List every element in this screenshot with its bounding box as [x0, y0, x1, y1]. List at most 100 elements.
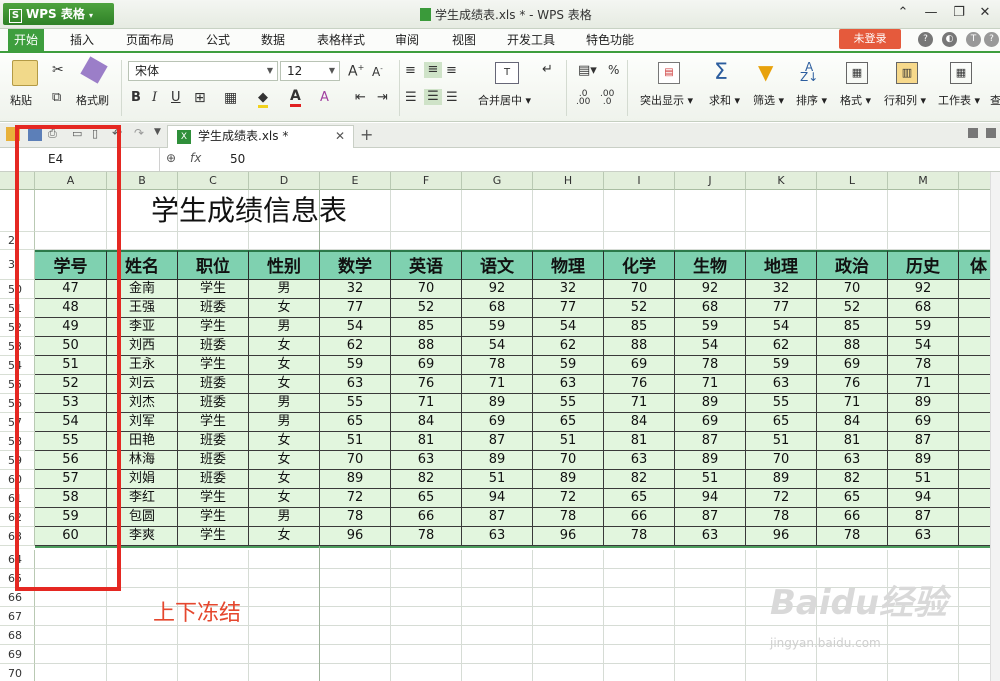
column-header[interactable]: L — [817, 172, 888, 190]
table-cell[interactable]: 76 — [817, 375, 888, 394]
cell[interactable] — [604, 569, 675, 588]
row-header[interactable]: 69 — [0, 645, 35, 664]
app-menu-button[interactable]: S WPS 表格 ▾ — [3, 3, 114, 25]
cell[interactable] — [746, 550, 817, 569]
cell[interactable] — [462, 550, 533, 569]
table-cell[interactable]: 52 — [391, 299, 462, 318]
cell[interactable] — [320, 607, 391, 626]
cell[interactable] — [533, 588, 604, 607]
font-select[interactable]: 宋体 ▼ — [128, 61, 278, 81]
table-cell[interactable]: 59 — [533, 356, 604, 375]
decrease-font-icon[interactable]: A- — [372, 65, 383, 79]
table-cell[interactable]: 女 — [249, 375, 320, 394]
table-cell[interactable]: 92 — [462, 280, 533, 299]
decrease-decimal-icon[interactable]: .00.0 — [600, 90, 614, 107]
cell[interactable] — [249, 550, 320, 569]
table-cell[interactable]: 78 — [604, 527, 675, 546]
table-cell[interactable]: 82 — [604, 470, 675, 489]
cell[interactable] — [817, 232, 888, 250]
table-cell[interactable]: 69 — [391, 356, 462, 375]
table-cell[interactable]: 学生 — [178, 356, 249, 375]
table-cell[interactable]: 女 — [249, 527, 320, 546]
table-cell[interactable]: 54 — [746, 318, 817, 337]
table-cell[interactable]: 89 — [462, 451, 533, 470]
table-cell[interactable]: 87 — [462, 508, 533, 527]
table-cell[interactable]: 69 — [604, 356, 675, 375]
table-cell[interactable]: 70 — [533, 451, 604, 470]
table-cell[interactable]: 学生 — [178, 489, 249, 508]
table-cell[interactable]: 32 — [746, 280, 817, 299]
wrap-text-icon[interactable]: ↵ — [542, 62, 553, 77]
vertical-scrollbar[interactable] — [990, 172, 1000, 681]
table-cell[interactable]: 69 — [817, 356, 888, 375]
paste-icon[interactable] — [12, 60, 38, 86]
border-icon[interactable]: ⊞ — [194, 90, 206, 106]
table-cell[interactable]: 女 — [249, 489, 320, 508]
column-header[interactable]: D — [249, 172, 320, 190]
table-cell[interactable]: 78 — [888, 356, 959, 375]
cell[interactable] — [817, 550, 888, 569]
cell[interactable] — [675, 232, 746, 250]
table-cell[interactable]: 72 — [533, 489, 604, 508]
table-cell[interactable]: 89 — [533, 470, 604, 489]
table-cell[interactable]: 87 — [888, 432, 959, 451]
cell[interactable] — [35, 645, 107, 664]
table-cell[interactable]: 女 — [249, 337, 320, 356]
table-cell[interactable]: 89 — [320, 470, 391, 489]
cell[interactable] — [178, 232, 249, 250]
table-cell[interactable]: 78 — [746, 508, 817, 527]
menu-review[interactable]: 审阅 — [389, 29, 425, 51]
cell[interactable] — [391, 664, 462, 681]
cell[interactable] — [391, 190, 462, 232]
shirt-icon[interactable]: T — [966, 32, 981, 47]
table-cell[interactable]: 学生 — [178, 527, 249, 546]
rowcol-button[interactable]: 行和列 ▾ — [884, 92, 926, 108]
table-cell[interactable]: 68 — [675, 299, 746, 318]
column-title-cell[interactable]: 英语 — [391, 250, 462, 280]
cell[interactable] — [178, 550, 249, 569]
cell[interactable] — [178, 645, 249, 664]
table-cell[interactable]: 54 — [533, 318, 604, 337]
tab-menu-icon[interactable] — [986, 128, 996, 138]
table-cell[interactable]: 63 — [746, 375, 817, 394]
cell[interactable] — [888, 626, 959, 645]
table-cell[interactable]: 学生 — [178, 280, 249, 299]
column-title-cell[interactable]: 物理 — [533, 250, 604, 280]
table-cell[interactable]: 72 — [746, 489, 817, 508]
cell[interactable] — [249, 626, 320, 645]
cell[interactable] — [604, 626, 675, 645]
table-cell[interactable]: 81 — [391, 432, 462, 451]
table-cell[interactable]: 81 — [604, 432, 675, 451]
cut-icon[interactable]: ✂ — [52, 62, 64, 78]
column-header[interactable]: C — [178, 172, 249, 190]
table-cell[interactable]: 学生 — [178, 508, 249, 527]
table-cell[interactable]: 87 — [675, 432, 746, 451]
table-cell[interactable]: 63 — [533, 375, 604, 394]
column-title-cell[interactable]: 数学 — [320, 250, 391, 280]
copy-icon[interactable]: ⧉ — [52, 90, 61, 105]
cell[interactable] — [746, 190, 817, 232]
cell[interactable] — [675, 588, 746, 607]
cell[interactable] — [675, 626, 746, 645]
table-cell[interactable]: 78 — [391, 527, 462, 546]
table-cell[interactable]: 学生 — [178, 318, 249, 337]
table-cell[interactable]: 68 — [888, 299, 959, 318]
table-cell[interactable]: 70 — [320, 451, 391, 470]
fill-color-icon[interactable]: ◆ — [258, 90, 268, 108]
table-cell[interactable]: 65 — [604, 489, 675, 508]
cell[interactable] — [462, 232, 533, 250]
menu-developer[interactable]: 开发工具 — [501, 29, 561, 51]
table-cell[interactable]: 66 — [817, 508, 888, 527]
cell[interactable] — [391, 645, 462, 664]
close-icon[interactable]: ✕ — [970, 4, 1000, 24]
column-header[interactable]: J — [675, 172, 746, 190]
table-cell[interactable]: 78 — [533, 508, 604, 527]
table-cell[interactable]: 32 — [320, 280, 391, 299]
cell[interactable] — [320, 626, 391, 645]
sort-icon[interactable]: A Z↓ — [800, 61, 818, 83]
menu-special[interactable]: 特色功能 — [580, 29, 640, 51]
collapse-icon[interactable]: ⌃ — [888, 4, 918, 24]
menu-table-style[interactable]: 表格样式 — [311, 29, 371, 51]
table-cell[interactable]: 59 — [320, 356, 391, 375]
cell[interactable] — [462, 190, 533, 232]
